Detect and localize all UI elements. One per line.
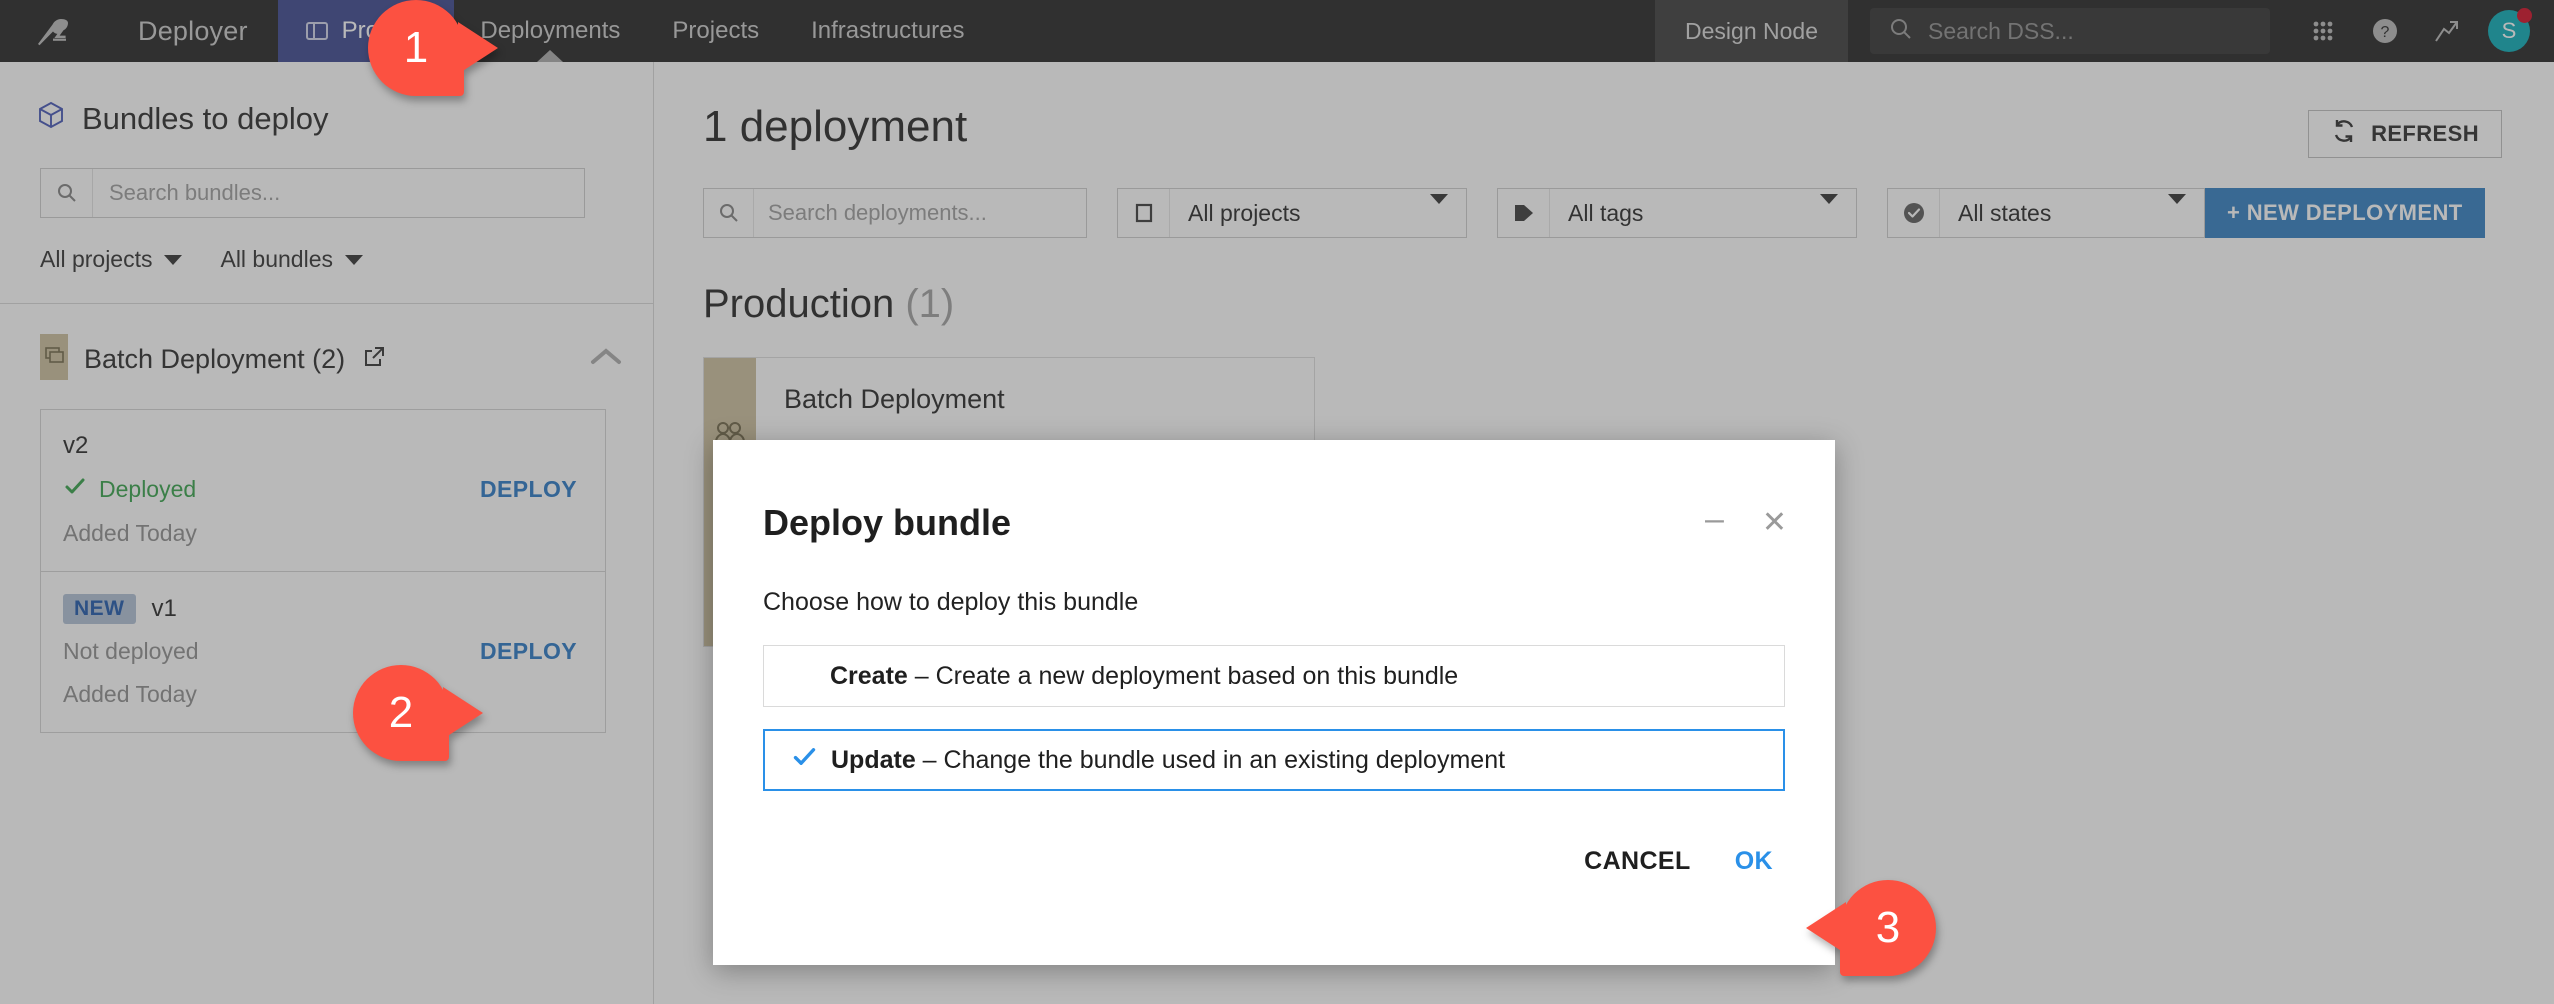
- deploy-bundle-dialog: Deploy bundle – ✕ Choose how to deploy t…: [713, 440, 1835, 965]
- callout-number: 1: [368, 0, 464, 96]
- close-icon[interactable]: ✕: [1762, 508, 1787, 538]
- dialog-header: Deploy bundle – ✕: [713, 440, 1835, 544]
- option-update-description: Change the bundle used in an existing de…: [944, 746, 1506, 774]
- option-create-key: Create: [830, 662, 908, 690]
- option-create-description: Create a new deployment based on this bu…: [936, 662, 1459, 690]
- dialog-subtitle: Choose how to deploy this bundle: [713, 544, 1835, 617]
- callout-marker-1: 1: [368, 0, 464, 96]
- option-create-label: Create – Create a new deployment based o…: [830, 662, 1458, 691]
- dialog-footer: CANCEL OK: [713, 813, 1835, 876]
- option-create-dash: –: [908, 662, 936, 690]
- callout-marker-2: 2: [353, 665, 449, 761]
- modal-cancel-button[interactable]: CANCEL: [1584, 847, 1691, 876]
- check-icon: [791, 743, 831, 777]
- callout-marker-3: 3: [1840, 880, 1936, 976]
- dialog-title: Deploy bundle: [763, 502, 1011, 544]
- dialog-window-controls: – ✕: [1705, 506, 1787, 540]
- option-create[interactable]: Create – Create a new deployment based o…: [763, 645, 1785, 707]
- callout-number: 2: [353, 665, 449, 761]
- option-update-dash: –: [916, 746, 944, 774]
- option-update[interactable]: Update – Change the bundle used in an ex…: [763, 729, 1785, 791]
- deploy-mode-options: Create – Create a new deployment based o…: [713, 617, 1835, 791]
- modal-ok-button[interactable]: OK: [1735, 847, 1773, 876]
- callout-number: 3: [1840, 880, 1936, 976]
- option-update-label: Update – Change the bundle used in an ex…: [831, 746, 1505, 775]
- option-update-key: Update: [831, 746, 916, 774]
- minimize-icon[interactable]: –: [1705, 502, 1724, 536]
